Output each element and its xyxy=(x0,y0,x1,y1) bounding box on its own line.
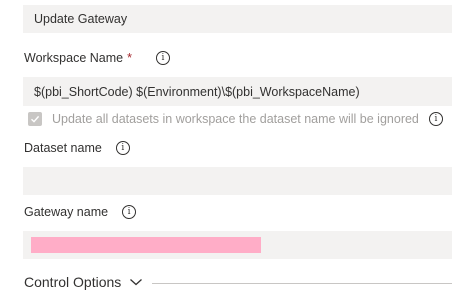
control-options-toggle[interactable]: Control Options xyxy=(24,274,143,290)
update-all-datasets-checkbox[interactable] xyxy=(28,112,42,126)
gateway-name-input[interactable] xyxy=(23,231,452,259)
workspace-name-label-text: Workspace Name xyxy=(24,51,124,65)
required-marker: * xyxy=(127,51,132,65)
dataset-name-input[interactable] xyxy=(23,167,452,195)
display-name-input[interactable]: Update Gateway xyxy=(23,5,452,33)
display-name-value: Update Gateway xyxy=(34,12,128,26)
update-all-datasets-label: Update all datasets in workspace the dat… xyxy=(52,112,419,126)
dataset-name-label-text: Dataset name xyxy=(24,141,102,155)
workspace-name-value: $(pbi_ShortCode) $(Environment)\$(pbi_Wo… xyxy=(34,84,360,99)
redaction-bar xyxy=(31,237,261,253)
info-icon[interactable]: i xyxy=(122,205,137,219)
task-settings-panel: Update Gateway Workspace Name * i $(pbi_… xyxy=(0,0,474,295)
info-icon[interactable]: i xyxy=(115,141,130,155)
section-divider xyxy=(152,283,452,284)
checkmark-icon xyxy=(31,115,40,123)
info-icon[interactable]: i xyxy=(428,112,443,126)
info-icon[interactable]: i xyxy=(155,51,170,65)
workspace-name-label: Workspace Name * i xyxy=(24,51,170,65)
dataset-name-label: Dataset name i xyxy=(24,141,130,155)
update-all-datasets-checkbox-row[interactable]: Update all datasets in workspace the dat… xyxy=(28,112,443,126)
chevron-down-icon xyxy=(130,279,143,286)
control-options-label: Control Options xyxy=(24,274,122,290)
gateway-name-label: Gateway name i xyxy=(24,205,137,219)
workspace-name-input[interactable]: $(pbi_ShortCode) $(Environment)\$(pbi_Wo… xyxy=(23,77,452,106)
gateway-name-label-text: Gateway name xyxy=(24,205,109,219)
